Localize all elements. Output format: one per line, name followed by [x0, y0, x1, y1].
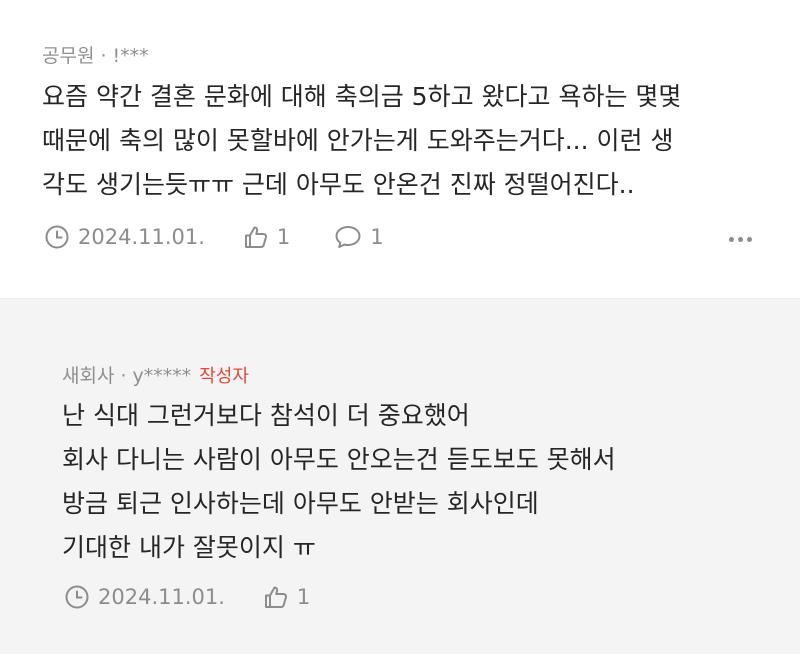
reply-body: 난 식대 그런거보다 참석이 더 중요했어 회사 다니는 사람이 아무도 안오는… — [62, 394, 616, 570]
comment-footer: 2024.11.01. 1 1 — [44, 224, 384, 250]
author-name[interactable]: 공무원 — [42, 45, 94, 67]
clock-icon — [65, 585, 89, 609]
reply-line: 기대한 내가 잘못이지 ㅠ — [62, 533, 316, 562]
writer-badge: 작성자 — [199, 366, 249, 387]
more-dots-icon[interactable] — [729, 237, 752, 242]
clock-icon — [45, 225, 69, 249]
reply-footer: 2024.11.01. 1 — [64, 584, 310, 610]
meta-separator: · — [120, 365, 127, 387]
speech-bubble-icon — [335, 226, 361, 248]
like-button[interactable]: 1 — [263, 584, 310, 610]
date-text: 2024.11.01. — [78, 225, 205, 249]
thumbs-up-icon — [244, 226, 267, 248]
thumbs-up-icon — [264, 586, 287, 608]
reply-count: 1 — [370, 225, 384, 249]
more-dot — [747, 237, 752, 242]
reply-line: 회사 다니는 사람이 아무도 안오는건 듣도보도 못해서 — [62, 445, 616, 474]
like-count: 1 — [296, 585, 311, 609]
reply-button[interactable]: 1 — [334, 224, 384, 250]
reply-date: 2024.11.01. — [64, 584, 225, 610]
comment-line: 요즘 약간 결혼 문화에 대해 축의금 5하고 왔다고 욕하는 몇몇 — [42, 82, 682, 111]
user-id: y***** — [132, 365, 192, 387]
reply-meta: 새회사 · y***** 작성자 — [62, 361, 249, 388]
comment-line: 때문에 축의 많이 못할바에 안가는게 도와주는거다... 이런 생 — [42, 126, 674, 155]
meta-separator: · — [100, 45, 107, 67]
comment-line: 각도 생기는듯ㅠㅠ 근데 아무도 안온건 진짜 정떨어진다.. — [42, 170, 635, 199]
reply-line: 난 식대 그런거보다 참석이 더 중요했어 — [62, 401, 470, 430]
comment-date: 2024.11.01. — [44, 224, 205, 250]
comment-body: 요즘 약간 결혼 문화에 대해 축의금 5하고 왔다고 욕하는 몇몇 때문에 축… — [42, 75, 681, 207]
user-id: !*** — [112, 45, 149, 67]
date-text: 2024.11.01. — [98, 585, 225, 609]
comment-item: 공무원 · !*** 요즘 약간 결혼 문화에 대해 축의금 5하고 왔다고 욕하는… — [0, 0, 800, 298]
more-dot — [729, 237, 734, 242]
reply-line: 방금 퇴근 인사하는데 아무도 안받는 회사인데 — [62, 489, 539, 518]
like-count: 1 — [276, 225, 291, 249]
like-button[interactable]: 1 — [243, 224, 290, 250]
comment-meta: 공무원 · !*** — [42, 41, 149, 68]
author-name[interactable]: 새회사 — [62, 365, 114, 387]
reply-item: 새회사 · y***** 작성자 난 식대 그런거보다 참석이 더 중요했어 회사 다… — [0, 298, 800, 654]
more-dot — [738, 237, 743, 242]
